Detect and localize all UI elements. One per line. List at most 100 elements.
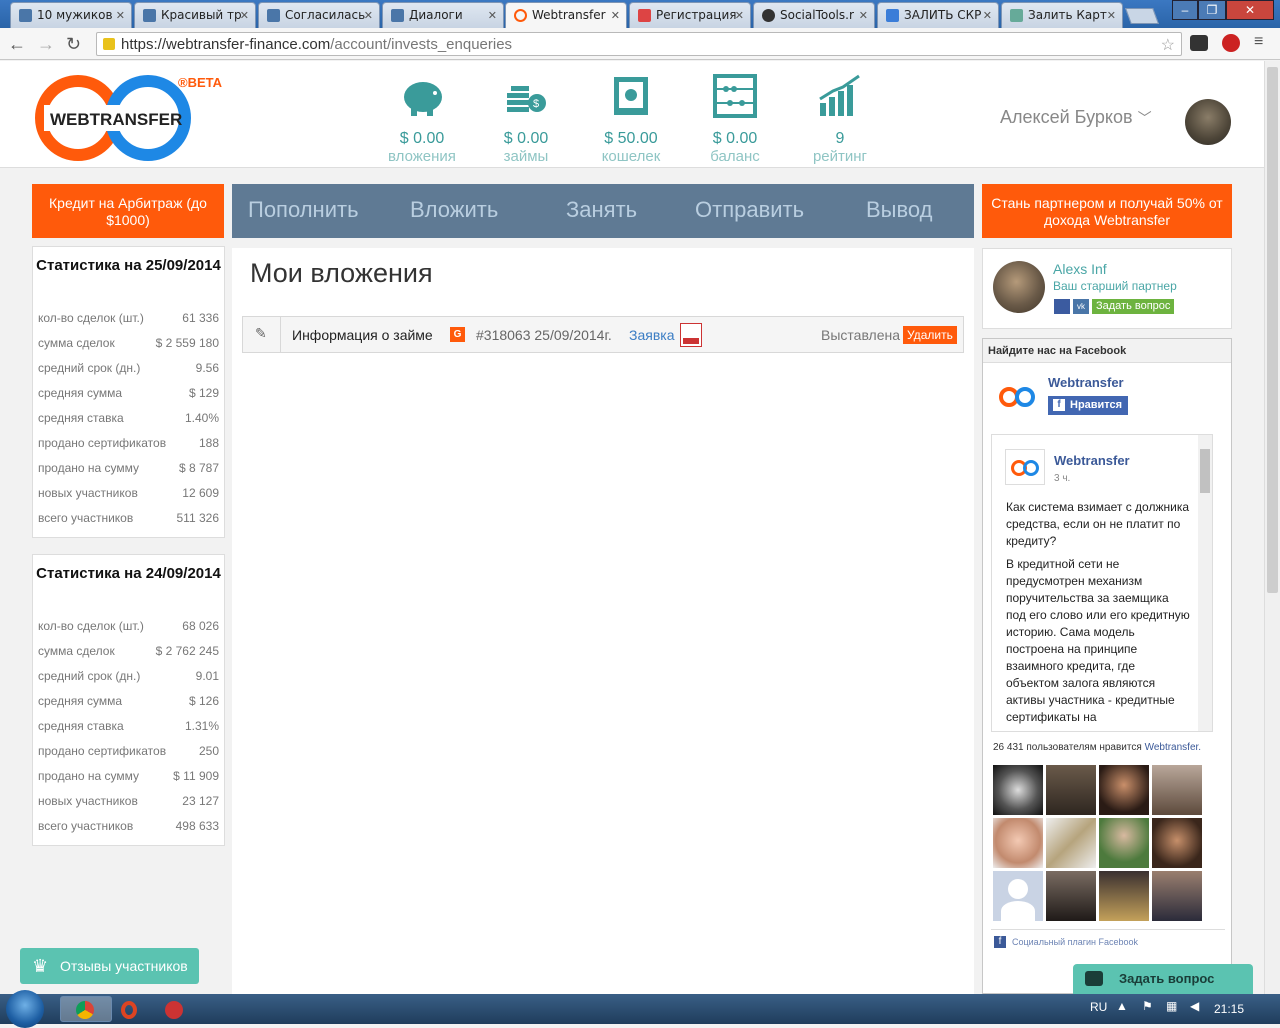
fan-avatar[interactable] xyxy=(993,818,1043,868)
edit-button[interactable]: ✎ xyxy=(243,317,281,352)
stats-row: новых участников 12 609 xyxy=(38,486,219,500)
fan-avatar[interactable] xyxy=(1099,765,1149,815)
new-tab-button[interactable] xyxy=(1125,8,1159,24)
application-link[interactable]: Заявка xyxy=(629,327,674,343)
fan-avatar[interactable] xyxy=(1152,818,1202,868)
address-bar[interactable]: https://webtransfer-finance.com/account/… xyxy=(96,32,1182,56)
scrollbar-thumb[interactable] xyxy=(1267,67,1278,593)
tray-chevron-icon[interactable]: ▲ xyxy=(1116,999,1128,1013)
ask-question-chat-button[interactable]: Задать вопрос xyxy=(1073,964,1253,994)
fan-avatar[interactable] xyxy=(1046,818,1096,868)
webtransfer-logo[interactable] xyxy=(995,381,1041,417)
partner-box: Alexs Inf Ваш старший партнер vk Задать … xyxy=(982,248,1232,329)
loan-number: #318063 25/09/2014г. xyxy=(476,327,612,343)
fan-avatar[interactable] xyxy=(1152,765,1202,815)
fb-post-author[interactable]: Webtransfer xyxy=(1054,453,1130,468)
avatar[interactable] xyxy=(1185,99,1231,145)
browser-tab[interactable]: Красивый тр ✕ xyxy=(134,2,256,28)
taskbar-opera[interactable] xyxy=(114,996,166,1022)
ask-partner-button[interactable]: Задать вопрос xyxy=(1092,299,1175,314)
url-host: https://webtransfer-finance.com xyxy=(121,36,331,53)
fan-avatar[interactable] xyxy=(993,765,1043,815)
close-icon[interactable]: ✕ xyxy=(1107,9,1116,22)
fb-post: Webtransfer 3 ч. Как система взимает с д… xyxy=(991,434,1213,732)
fb-post-scrollbar[interactable] xyxy=(1198,435,1212,731)
browser-tab[interactable]: Согласилась ✕ xyxy=(258,2,380,28)
app-icon xyxy=(165,1001,183,1019)
taskbar-chrome[interactable] xyxy=(60,996,112,1022)
fan-avatar[interactable] xyxy=(1099,818,1149,868)
taskbar-app[interactable] xyxy=(160,996,212,1022)
close-icon[interactable]: ✕ xyxy=(859,9,868,22)
partner-avatar[interactable] xyxy=(993,261,1045,313)
opera-icon xyxy=(121,1001,137,1019)
menu-item-invest[interactable]: Вложить xyxy=(410,197,498,223)
browser-tab[interactable]: 10 мужиков ✕ xyxy=(10,2,132,28)
close-icon[interactable]: ✕ xyxy=(116,9,125,22)
menu-item-send[interactable]: Отправить xyxy=(695,197,804,223)
browser-tab[interactable]: Регистрация ✕ xyxy=(629,2,751,28)
stat-loans[interactable]: $ $ 0.00 займы xyxy=(481,73,571,165)
adblock-icon[interactable] xyxy=(1222,34,1240,52)
reviews-button[interactable]: ♛ Отзывы участников xyxy=(20,948,199,984)
partner-name[interactable]: Alexs Inf xyxy=(1053,261,1107,277)
browser-tab[interactable]: Диалоги ✕ xyxy=(382,2,504,28)
browser-tab[interactable]: SocialTools.r ✕ xyxy=(753,2,875,28)
pdf-icon[interactable] xyxy=(680,323,702,347)
reload-icon[interactable]: ↻ xyxy=(66,34,81,55)
stats-row: сумма сделок $ 2 762 245 xyxy=(38,644,219,658)
partner-role: Ваш старший партнер xyxy=(1053,279,1177,293)
loan-row: ✎ Информация о займе G #318063 25/09/201… xyxy=(242,316,964,353)
fan-avatar[interactable] xyxy=(1152,871,1202,921)
restore-button[interactable]: ❐ xyxy=(1198,0,1226,20)
stat-investments[interactable]: $ 0.00 вложения xyxy=(377,73,467,165)
browser-tab-active[interactable]: Webtransfer ✕ xyxy=(505,2,627,28)
close-icon[interactable]: ✕ xyxy=(735,9,744,22)
fan-avatar[interactable] xyxy=(993,871,1043,921)
site-header: WEBTRANSFER ®BETA $ 0.00 вложения $ $ 0.… xyxy=(0,61,1264,168)
back-icon[interactable]: ← xyxy=(8,34,26,55)
partner-offer-button[interactable]: Стань партнером и получай 50% от дохода … xyxy=(982,184,1232,238)
browser-tab[interactable]: Залить Карт ✕ xyxy=(1001,2,1123,28)
forward-icon[interactable]: → xyxy=(37,34,55,55)
fb-likes-page[interactable]: Webtransfer. xyxy=(1145,742,1202,753)
stat-wallet[interactable]: $ 50.00 кошелек xyxy=(586,73,676,165)
page-title: Мои вложения xyxy=(250,258,433,288)
menu-item-borrow[interactable]: Занять xyxy=(566,197,637,223)
flag-icon[interactable]: ⚑ xyxy=(1142,999,1153,1013)
stat-balance[interactable]: $ 0.00 баланс xyxy=(690,73,780,165)
menu-item-deposit[interactable]: Пополнить xyxy=(248,197,359,223)
menu-icon[interactable]: ≡ xyxy=(1254,33,1263,51)
extension-icon[interactable] xyxy=(1190,35,1208,51)
clock[interactable]: 21:15 xyxy=(1214,1002,1244,1016)
arbitrage-credit-button[interactable]: Кредит на Арбитраж (до $1000) xyxy=(32,184,224,238)
close-window-button[interactable]: ✕ xyxy=(1226,0,1274,20)
star-icon[interactable]: ☆ xyxy=(1161,35,1175,55)
fan-avatar[interactable] xyxy=(1046,765,1096,815)
browser-tab[interactable]: ЗАЛИТЬ СКР ✕ xyxy=(877,2,999,28)
fan-avatar[interactable] xyxy=(1099,871,1149,921)
network-icon[interactable]: ▦ xyxy=(1166,999,1177,1013)
fb-plugin-label[interactable]: Социальный плагин Facebook xyxy=(1012,937,1138,947)
close-icon[interactable]: ✕ xyxy=(240,9,249,22)
start-button[interactable] xyxy=(6,990,44,1028)
menu-item-withdraw[interactable]: Вывод xyxy=(866,197,933,223)
delete-button[interactable]: Удалить xyxy=(903,326,957,344)
close-icon[interactable]: ✕ xyxy=(364,9,373,22)
close-icon[interactable]: ✕ xyxy=(611,9,620,22)
volume-icon[interactable]: ◀ xyxy=(1190,999,1199,1013)
close-icon[interactable]: ✕ xyxy=(983,9,992,22)
stat-rating[interactable]: 9 рейтинг xyxy=(795,73,885,165)
fan-avatar[interactable] xyxy=(1046,871,1096,921)
minimize-button[interactable]: – xyxy=(1172,0,1198,20)
fb-like-button[interactable]: f Нравится xyxy=(1048,396,1129,415)
mail-icon[interactable] xyxy=(1054,299,1070,314)
vk-icon[interactable]: vk xyxy=(1073,299,1089,314)
close-icon[interactable]: ✕ xyxy=(488,9,497,22)
webtransfer-icon xyxy=(514,9,527,22)
page-scrollbar[interactable] xyxy=(1264,61,1280,994)
facebook-icon: f xyxy=(1053,399,1065,411)
user-menu[interactable]: Алексей Бурков ﹀ xyxy=(1000,107,1152,128)
language-indicator[interactable]: RU xyxy=(1090,1000,1107,1014)
fb-page-name[interactable]: Webtransfer xyxy=(1048,375,1124,390)
